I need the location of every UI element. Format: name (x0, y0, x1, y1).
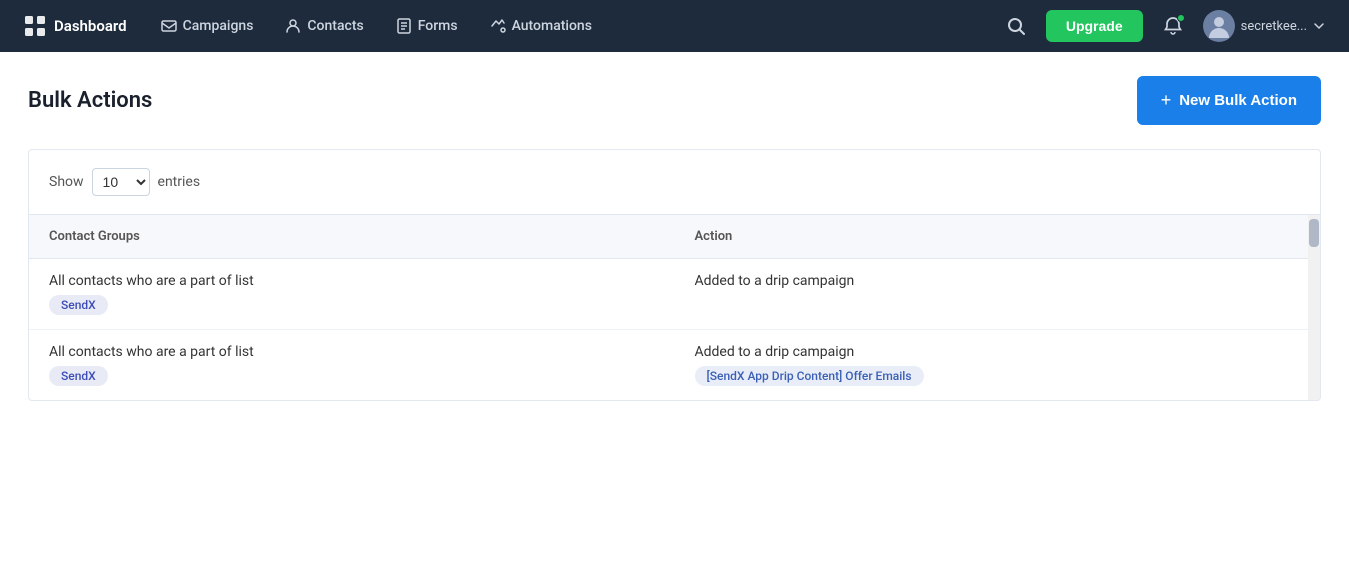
scrollbar[interactable] (1308, 215, 1320, 400)
new-bulk-action-button[interactable]: + New Bulk Action (1137, 76, 1321, 125)
upgrade-button[interactable]: Upgrade (1046, 10, 1143, 42)
cell-action: Added to a drip campaign (675, 259, 1321, 330)
col-header-contact-groups: Contact Groups (29, 215, 675, 259)
action-tag: [SendX App Drip Content] Offer Emails (695, 366, 924, 386)
cell-action: Added to a drip campaign [SendX App Drip … (675, 330, 1321, 401)
search-button[interactable] (998, 8, 1034, 44)
nav-item-contacts[interactable]: Contacts (271, 10, 377, 42)
scrollbar-thumb[interactable] (1309, 219, 1319, 247)
page-header: Bulk Actions + New Bulk Action (28, 76, 1321, 125)
bulk-actions-table-container: Show 10 25 50 100 entries Contact Groups (28, 149, 1321, 401)
contact-groups-tag: SendX (49, 366, 108, 386)
notification-dot (1177, 14, 1185, 22)
nav-item-campaigns[interactable]: Campaigns (147, 10, 268, 42)
table-header-row: Contact Groups Action (29, 215, 1320, 259)
table-scroll-container: Contact Groups Action All contacts who a… (29, 215, 1320, 400)
nav-item-automations[interactable]: Automations (476, 10, 606, 42)
contact-groups-text: All contacts who are a part of list (49, 273, 655, 289)
entries-select[interactable]: 10 25 50 100 (92, 168, 150, 196)
entries-label: entries (158, 174, 201, 190)
user-menu[interactable]: secretkee... (1195, 6, 1333, 46)
cell-contact-groups: All contacts who are a part of list SendX (29, 330, 675, 401)
notifications-button[interactable] (1155, 8, 1191, 44)
action-text: Added to a drip campaign (695, 273, 1301, 289)
nav-item-forms[interactable]: Forms (382, 10, 472, 42)
show-entries-row: Show 10 25 50 100 entries (29, 150, 1320, 215)
new-bulk-action-label: New Bulk Action (1179, 92, 1297, 109)
contact-groups-tag: SendX (49, 295, 108, 315)
table-row: All contacts who are a part of list SendX… (29, 330, 1320, 401)
action-text: Added to a drip campaign (695, 344, 1301, 360)
contact-groups-text: All contacts who are a part of list (49, 344, 655, 360)
bulk-actions-table: Contact Groups Action All contacts who a… (29, 215, 1320, 400)
nav-contacts-label: Contacts (307, 18, 363, 34)
show-label: Show (49, 174, 84, 190)
chevron-down-icon (1313, 20, 1325, 32)
nav-forms-label: Forms (418, 18, 458, 34)
page-container: Bulk Actions + New Bulk Action Show 10 2… (0, 52, 1349, 425)
plus-icon: + (1161, 90, 1172, 111)
page-title: Bulk Actions (28, 88, 152, 113)
navbar: Dashboard Campaigns Contacts Forms Autom… (0, 0, 1349, 52)
nav-dashboard-label: Dashboard (54, 17, 127, 35)
col-header-action: Action (675, 215, 1321, 259)
user-name: secretkee... (1241, 19, 1307, 34)
nav-automations-label: Automations (512, 18, 592, 34)
cell-contact-groups: All contacts who are a part of list SendX (29, 259, 675, 330)
avatar (1203, 10, 1235, 42)
nav-logo[interactable]: Dashboard (16, 15, 135, 37)
nav-campaigns-label: Campaigns (183, 18, 254, 34)
table-row: All contacts who are a part of list SendX… (29, 259, 1320, 330)
